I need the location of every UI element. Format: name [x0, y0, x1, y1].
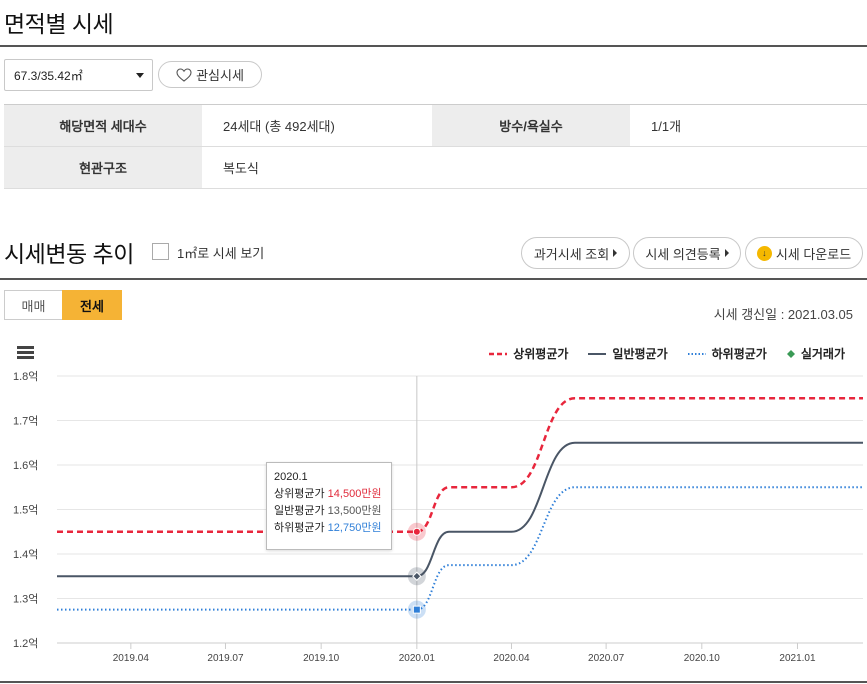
y-tick-label: 1.4억	[13, 548, 38, 561]
room-bath-label: 방수/욕실수	[432, 104, 630, 147]
table-row: 현관구조 복도식	[4, 146, 867, 189]
opinion-button[interactable]: 시세 의견등록	[633, 237, 741, 269]
area-select-value: 67.3/35.42㎡	[14, 68, 83, 83]
download-button-label: 시세 다운로드	[775, 246, 852, 262]
x-tick-label: 2019.10	[303, 653, 340, 664]
y-tick-label: 1.5억	[13, 504, 38, 517]
download-icon: ↓	[756, 245, 772, 261]
tooltip-general-value: 13,500만원	[327, 505, 382, 517]
diamond-icon	[786, 349, 795, 358]
tab-jeonse[interactable]: 전세	[62, 290, 122, 320]
opinion-button-label: 시세 의견등록	[645, 246, 721, 262]
household-count-label: 해당면적 세대수	[4, 104, 202, 147]
tooltip-upper-value: 14,500만원	[327, 488, 382, 500]
tab-sale[interactable]: 매매	[4, 290, 63, 320]
x-tick-label: 2020.10	[684, 653, 721, 664]
y-tick-label: 1.8억	[13, 370, 38, 383]
tooltip-lower-row: 하위평균가 12,750만원	[274, 520, 384, 537]
marker-upper	[412, 527, 421, 536]
tooltip-upper-label: 상위평균가	[274, 488, 325, 500]
hamburger-menu-icon[interactable]	[17, 346, 34, 359]
x-tick-label: 2020.01	[399, 653, 436, 664]
tooltip-lower-value: 12,750만원	[327, 522, 382, 534]
updated-date: 시세 갱신일 : 2021.03.05	[713, 307, 853, 322]
favorite-button[interactable]: 관심시세	[158, 61, 262, 88]
title-divider	[0, 45, 867, 47]
table-row: 해당면적 세대수 24세대 (총 492세대) 방수/욕실수 1/1개	[4, 104, 867, 147]
area-select[interactable]: 67.3/35.42㎡	[4, 59, 153, 91]
price-trend-chart[interactable]: 1.8억 1.7억 1.6억 1.5억 1.4억 1.3억 1.2억 2019.04 2019.…	[0, 360, 867, 684]
trend-divider	[0, 278, 867, 280]
per-sqm-label: 1㎡로 시세 보기	[177, 246, 265, 261]
tooltip-date: 2020.1	[274, 471, 308, 483]
tooltip-lower-label: 하위평균가	[274, 522, 325, 534]
page-title: 면적별 시세	[4, 11, 114, 37]
x-tick-label: 2020.04	[493, 653, 530, 664]
entrance-value: 복도식	[202, 146, 867, 189]
favorite-label: 관심시세	[196, 68, 244, 83]
history-button[interactable]: 과거시세 조회	[521, 237, 630, 269]
heart-outline-icon	[176, 67, 192, 82]
chevron-down-icon	[136, 73, 144, 78]
room-bath-value: 1/1개	[630, 104, 867, 147]
x-tick-label: 2020.07	[588, 653, 625, 664]
household-count-value: 24세대 (총 492세대)	[202, 104, 432, 147]
marker-lower	[412, 605, 421, 614]
chart-tooltip: 2020.1 상위평균가 14,500만원 일반평균가 13,500만원 하위평…	[266, 462, 392, 550]
tooltip-general-label: 일반평균가	[274, 505, 325, 517]
trend-title: 시세변동 추이	[4, 241, 134, 267]
x-tick-label: 2021.01	[779, 653, 816, 664]
download-button[interactable]: ↓ 시세 다운로드	[745, 237, 863, 269]
y-tick-label: 1.3억	[13, 593, 38, 606]
chevron-right-icon	[613, 249, 618, 257]
chevron-right-icon	[724, 249, 729, 257]
x-tick-label: 2019.04	[113, 653, 150, 664]
area-info-table: 해당면적 세대수 24세대 (총 492세대) 방수/욕실수 1/1개 현관구조…	[4, 104, 867, 189]
per-sqm-checkbox[interactable]	[152, 243, 169, 260]
tooltip-upper-row: 상위평균가 14,500만원	[274, 486, 384, 503]
dashed-line-icon	[489, 352, 508, 355]
y-tick-label: 1.2억	[13, 637, 38, 650]
y-tick-label: 1.6억	[13, 459, 38, 472]
history-button-label: 과거시세 조회	[533, 246, 610, 262]
series-lower-line	[57, 486, 863, 611]
x-tick-label: 2019.07	[207, 653, 244, 664]
tooltip-general-row: 일반평균가 13,500만원	[274, 503, 384, 520]
y-tick-label: 1.7억	[13, 415, 38, 428]
entrance-label: 현관구조	[4, 146, 202, 189]
dotted-line-icon	[687, 352, 706, 355]
solid-line-icon	[588, 352, 607, 355]
